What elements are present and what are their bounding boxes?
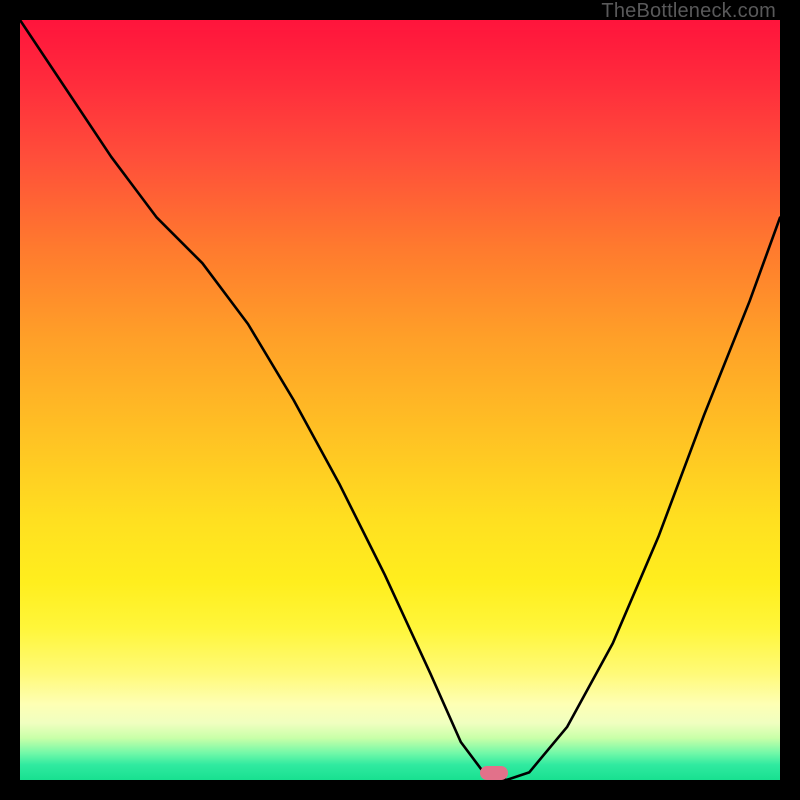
- optimal-point-marker: [480, 766, 508, 780]
- line-chart-svg: [20, 20, 780, 780]
- chart-frame: TheBottleneck.com: [0, 0, 800, 800]
- plot-area: [20, 20, 780, 780]
- bottleneck-curve-path: [20, 20, 780, 780]
